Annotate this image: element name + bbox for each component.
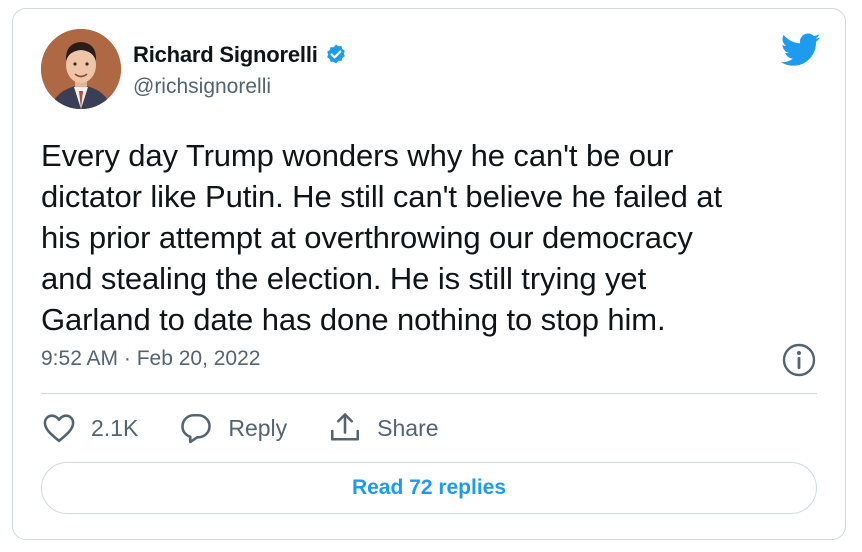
- author-name-row: Richard Signorelli: [133, 41, 348, 69]
- share-button[interactable]: Share: [327, 410, 439, 446]
- tweet-timestamp[interactable]: 9:52 AM · Feb 20, 2022: [41, 347, 260, 371]
- avatar-photo: [41, 29, 121, 109]
- tweet-actions: 2.1K Reply Share: [41, 407, 479, 449]
- info-icon[interactable]: [781, 342, 817, 378]
- read-replies-label: Read 72 replies: [351, 476, 507, 499]
- heart-icon: [43, 414, 75, 443]
- tweet-card[interactable]: Richard Signorelli @richsignorelli Every…: [12, 8, 846, 540]
- verified-badge-icon: [324, 43, 348, 67]
- tweet-text: Every day Trump wonders why he can't be …: [41, 138, 722, 337]
- speech-bubble-icon: [181, 413, 212, 444]
- like-button[interactable]: 2.1K: [41, 410, 138, 446]
- author-name[interactable]: Richard Signorelli: [133, 42, 318, 68]
- reply-button[interactable]: Reply: [178, 410, 287, 446]
- twitter-bird-icon[interactable]: [780, 33, 821, 67]
- read-replies-button[interactable]: Read 72 replies: [41, 462, 817, 514]
- share-upload-icon: [331, 413, 360, 441]
- reply-label: Reply: [228, 414, 288, 441]
- divider: [41, 393, 817, 394]
- like-count: 2.1K: [91, 414, 139, 441]
- author-handle[interactable]: @richsignorelli: [133, 75, 271, 99]
- share-label: Share: [377, 414, 439, 441]
- avatar[interactable]: [41, 29, 121, 109]
